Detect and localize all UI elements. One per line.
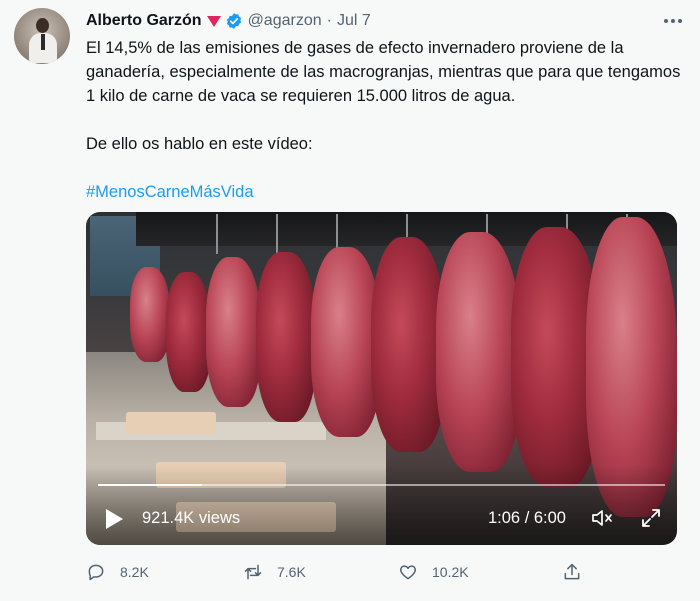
avatar-head — [36, 18, 49, 33]
play-icon[interactable] — [106, 509, 123, 529]
separator: · — [326, 12, 332, 29]
more-icon[interactable] — [660, 10, 686, 32]
like-icon — [399, 565, 417, 580]
reply-button[interactable]: 8.2K — [86, 560, 149, 584]
expand-icon[interactable] — [639, 506, 663, 530]
video-progress-fill — [98, 484, 202, 486]
hashtag-link[interactable]: #MenosCarneMásVida — [86, 183, 254, 201]
tweet-actions: 8.2K 7.6K 10.2K — [86, 560, 677, 584]
video-views: 921.4K views — [142, 509, 241, 527]
video-meat — [256, 252, 316, 422]
reply-icon — [88, 564, 104, 581]
share-icon — [564, 563, 580, 580]
video-hook — [216, 214, 218, 254]
retweet-button[interactable]: 7.6K — [243, 560, 306, 584]
retweet-icon — [244, 564, 262, 580]
like-count: 10.2K — [432, 564, 469, 580]
avatar[interactable] — [14, 8, 70, 64]
video-time: 1:06 / 6:00 — [488, 509, 566, 527]
flag-icon — [206, 15, 221, 27]
reply-count: 8.2K — [120, 564, 149, 580]
video-player[interactable]: 921.4K views 1:06 / 6:00 — [86, 212, 677, 545]
video-meat — [166, 272, 211, 392]
video-meat — [371, 237, 446, 452]
video-progress-bar[interactable] — [98, 484, 665, 486]
tweet-date[interactable]: Jul 7 — [337, 12, 371, 30]
tweet-header: Alberto Garzón @agarzon · Jul 7 — [86, 10, 686, 32]
video-hook — [276, 214, 278, 254]
share-button[interactable] — [562, 560, 582, 584]
tweet-paragraph-2: De ello os hablo en este vídeo: — [86, 135, 313, 153]
retweet-count: 7.6K — [277, 564, 306, 580]
volume-icon[interactable] — [590, 506, 614, 530]
like-button[interactable]: 10.2K — [398, 560, 469, 584]
video-meat — [130, 267, 170, 362]
avatar-tie — [41, 34, 45, 50]
tweet-paragraph-1: El 14,5% de las emisiones de gases de ef… — [86, 39, 681, 105]
video-meat — [206, 257, 261, 407]
video-meat — [436, 232, 521, 472]
author-handle[interactable]: @agarzon — [248, 12, 322, 30]
verified-icon — [226, 13, 241, 29]
tweet-text: El 14,5% de las emisiones de gases de ef… — [86, 36, 686, 204]
video-tray — [126, 412, 216, 434]
tweet[interactable]: Alberto Garzón @agarzon · Jul 7 El 14,5%… — [0, 0, 700, 601]
video-controls: 921.4K views 1:06 / 6:00 — [86, 502, 677, 538]
author-name[interactable]: Alberto Garzón — [86, 12, 202, 30]
